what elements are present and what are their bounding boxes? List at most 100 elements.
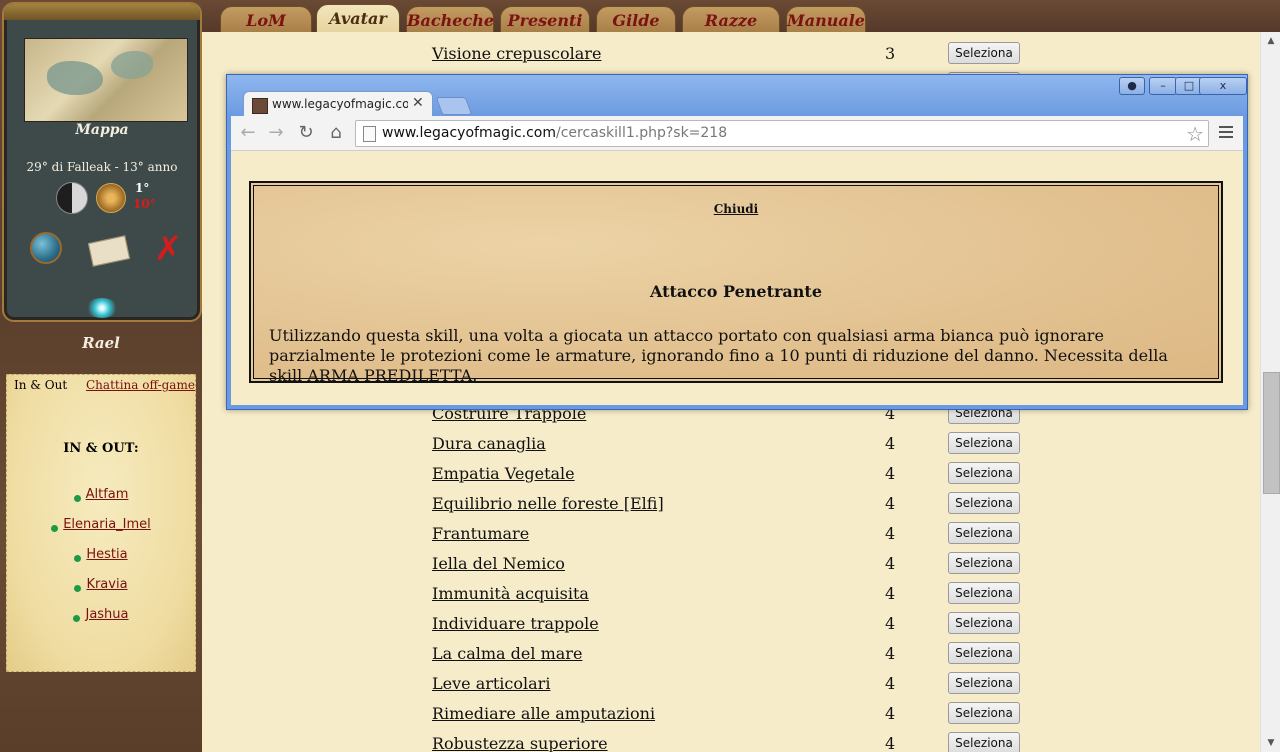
top-nav: LoM Avatar Bacheche Presenti Gilde Razze…: [202, 0, 1280, 34]
close-x-icon[interactable]: ✗: [154, 232, 183, 266]
tab-title: www.legacyofmagic.com: [272, 97, 408, 111]
table-row: Immunità acquisita 4 Seleziona: [202, 582, 1260, 614]
chat-user-name[interactable]: Jashua: [85, 607, 128, 622]
scroll-down-icon[interactable]: ▼: [1261, 734, 1280, 752]
skill-name-link[interactable]: Frantumare: [432, 524, 529, 543]
tab-razze[interactable]: Razze: [682, 6, 780, 34]
browser-tab[interactable]: www.legacyofmagic.com ✕: [243, 91, 433, 117]
select-skill-button[interactable]: Seleziona: [948, 522, 1020, 544]
select-skill-button[interactable]: Seleziona: [948, 732, 1020, 752]
bookmark-star-icon[interactable]: ☆: [1186, 122, 1204, 146]
user-profile-icon[interactable]: ●: [1119, 77, 1145, 95]
select-skill-button[interactable]: Seleziona: [948, 462, 1020, 484]
table-row: Robustezza superiore 4 Seleziona: [202, 732, 1260, 752]
close-link[interactable]: Chiudi: [254, 202, 1218, 216]
skill-cost: 3: [885, 44, 896, 63]
skill-name-link[interactable]: Individuare trappole: [432, 614, 599, 633]
chat-panel: In & Out Chattina off-game IN & OUT: Alt…: [6, 374, 196, 672]
tab-manuale[interactable]: Manuale: [786, 6, 866, 34]
tab-bacheche[interactable]: Bacheche: [406, 6, 494, 34]
skill-detail-card: Chiudi Attacco Penetrante Utilizzando qu…: [249, 181, 1223, 385]
table-row: La calma del mare 4 Seleziona: [202, 642, 1260, 674]
skill-card-inner: Chiudi Attacco Penetrante Utilizzando qu…: [253, 185, 1219, 385]
map-island: [111, 51, 153, 79]
table-row: Frantumare 4 Seleziona: [202, 522, 1260, 554]
temperature-high: 1°: [135, 181, 150, 195]
chat-user-name[interactable]: Hestia: [86, 547, 127, 562]
select-skill-button[interactable]: Seleziona: [948, 492, 1020, 514]
select-skill-button[interactable]: Seleziona: [948, 582, 1020, 604]
map-thumbnail[interactable]: [24, 38, 188, 122]
chat-user-name[interactable]: Elenaria_Imel: [63, 517, 151, 532]
table-row: Equilibrio nelle foreste [Elfi] 4 Selezi…: [202, 492, 1260, 524]
forward-arrow-icon[interactable]: →: [265, 122, 287, 144]
gem-ornament-icon: [86, 298, 118, 318]
chat-user[interactable]: Altfam: [7, 487, 195, 502]
chat-user[interactable]: Kravia: [7, 577, 195, 592]
chat-heading: IN & OUT:: [63, 441, 139, 456]
new-tab-button[interactable]: [435, 97, 473, 115]
skill-cost: 4: [885, 674, 896, 693]
skill-name-link[interactable]: Rimediare alle amputazioni: [432, 704, 655, 723]
address-bar[interactable]: www.legacyofmagic.com/cercaskill1.php?sk…: [355, 120, 1209, 147]
page-scrollbar[interactable]: ▲ ▼: [1260, 32, 1280, 752]
chat-user[interactable]: Jashua: [7, 607, 195, 622]
popup-browser-window: ● – □ x www.legacyofmagic.com ✕ ← → ↻ ⌂ …: [226, 74, 1248, 410]
window-titlebar[interactable]: ● – □ x www.legacyofmagic.com ✕: [227, 75, 1247, 117]
chat-user[interactable]: Hestia: [7, 547, 195, 562]
select-skill-button[interactable]: Seleziona: [948, 552, 1020, 574]
skill-name-link[interactable]: Leve articolari: [432, 674, 550, 693]
online-dot-icon: [51, 525, 59, 532]
online-dot-icon: [73, 495, 81, 502]
scroll-thumb[interactable]: [1263, 372, 1280, 494]
chat-user-name[interactable]: Altfam: [86, 487, 129, 502]
scroll-up-icon[interactable]: ▲: [1261, 32, 1280, 50]
back-arrow-icon[interactable]: ←: [237, 122, 259, 144]
window-close-icon[interactable]: x: [1199, 77, 1247, 95]
chat-user-name[interactable]: Kravia: [86, 577, 127, 592]
select-skill-button[interactable]: Seleziona: [948, 672, 1020, 694]
reload-icon[interactable]: ↻: [295, 122, 317, 144]
skill-cost: 4: [885, 644, 896, 663]
skill-name-link[interactable]: Immunità acquisita: [432, 584, 589, 603]
select-skill-button[interactable]: Seleziona: [948, 612, 1020, 634]
skill-cost: 4: [885, 584, 896, 603]
skill-cost: 4: [885, 494, 896, 513]
select-skill-button[interactable]: Seleziona: [948, 432, 1020, 454]
url-host: www.legacyofmagic.com: [382, 125, 557, 141]
skill-name-link[interactable]: Equilibrio nelle foreste [Elfi]: [432, 494, 664, 513]
map-label[interactable]: Mappa: [4, 122, 200, 138]
page-icon: [363, 126, 376, 142]
skill-name-link[interactable]: Empatia Vegetale: [432, 464, 575, 483]
select-skill-button[interactable]: Seleziona: [948, 702, 1020, 724]
select-skill-button[interactable]: Seleziona: [948, 642, 1020, 664]
minimize-icon[interactable]: –: [1149, 77, 1177, 95]
temperature-low: 10°: [133, 197, 156, 211]
skill-name-link[interactable]: Visione crepuscolare: [432, 44, 601, 63]
select-skill-button[interactable]: Seleziona: [948, 42, 1020, 64]
skill-name-link[interactable]: Iella del Nemico: [432, 554, 565, 573]
skill-name-link[interactable]: Dura canaglia: [432, 434, 546, 453]
letter-icon[interactable]: [87, 235, 131, 267]
tab-lom[interactable]: LoM: [220, 6, 312, 34]
globe-icon[interactable]: [30, 232, 62, 264]
chat-tab-offgame[interactable]: Chattina off-game: [86, 378, 195, 392]
skill-name-link[interactable]: La calma del mare: [432, 644, 582, 663]
tab-presenti[interactable]: Presenti: [500, 6, 590, 34]
browser-menu-icon[interactable]: [1217, 123, 1235, 143]
url-text[interactable]: www.legacyofmagic.com/cercaskill1.php?sk…: [382, 125, 727, 141]
skill-name-link[interactable]: Robustezza superiore: [432, 734, 608, 752]
tab-gilde[interactable]: Gilde: [596, 6, 676, 34]
home-icon[interactable]: ⌂: [325, 122, 347, 144]
online-dot-icon: [74, 555, 82, 562]
browser-toolbar: ← → ↻ ⌂ www.legacyofmagic.com/cercaskill…: [231, 116, 1243, 151]
skill-title: Attacco Penetrante: [650, 282, 822, 301]
chat-user[interactable]: Elenaria_Imel: [7, 517, 195, 532]
url-path: /cercaskill1.php?sk=218: [556, 125, 728, 141]
chat-tab-inout[interactable]: In & Out: [14, 378, 67, 392]
sidebar-frame: Mappa 29° di Falleak - 13° anno 1° 10° ✗: [2, 2, 202, 322]
tab-avatar[interactable]: Avatar: [316, 4, 400, 34]
tab-close-icon[interactable]: ✕: [412, 95, 424, 111]
online-dot-icon: [74, 585, 82, 592]
moon-phase-icon: [56, 182, 88, 214]
